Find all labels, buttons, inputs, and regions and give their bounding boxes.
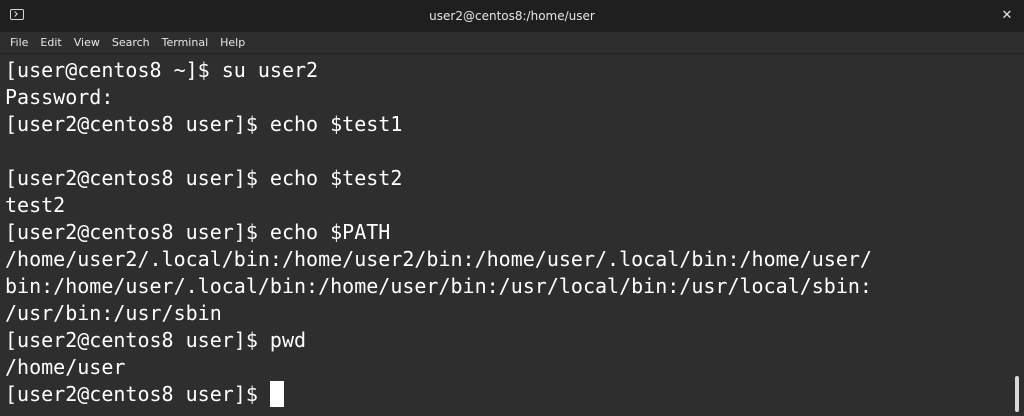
terminal-output[interactable]: [user@centos8 ~]$ su user2 Password: [us… [0,55,1024,416]
terminal-line: [user@centos8 ~]$ su user2 [5,58,319,82]
terminal-line: test2 [5,193,66,217]
menu-bar: File Edit View Search Terminal Help [0,32,1024,54]
terminal-window: user2@centos8:/home/user ✕ File Edit Vie… [0,0,1024,416]
terminal-line: [user2@centos8 user]$ echo $test1 [5,112,403,136]
scrollbar-thumb[interactable] [1015,376,1019,412]
menu-view[interactable]: View [68,33,106,53]
menu-edit[interactable]: Edit [34,33,67,53]
terminal-prompt-line[interactable]: [user2@centos8 user]$ [5,381,284,408]
terminal-line: /usr/bin:/usr/sbin [5,301,222,325]
text-cursor [269,381,284,407]
title-bar[interactable]: user2@centos8:/home/user ✕ [0,0,1024,33]
terminal-line: /home/user [5,355,126,379]
terminal-line: [user2@centos8 user]$ pwd [5,328,307,352]
terminal-line: bin:/home/user/.local/bin:/home/user/bin… [5,274,872,298]
menu-terminal[interactable]: Terminal [156,33,215,53]
close-button[interactable]: ✕ [998,7,1016,25]
menu-search[interactable]: Search [106,33,156,53]
window-title: user2@centos8:/home/user [429,9,595,23]
terminal-line: [user2@centos8 user]$ echo $PATH [5,220,391,244]
menu-file[interactable]: File [4,33,34,53]
terminal-line: /home/user2/.local/bin:/home/user2/bin:/… [5,247,872,271]
menu-help[interactable]: Help [214,33,251,53]
terminal-line: [user2@centos8 user]$ echo $test2 [5,166,403,190]
prompt-text: [user2@centos8 user]$ [5,382,270,406]
terminal-line: Password: [5,85,114,109]
